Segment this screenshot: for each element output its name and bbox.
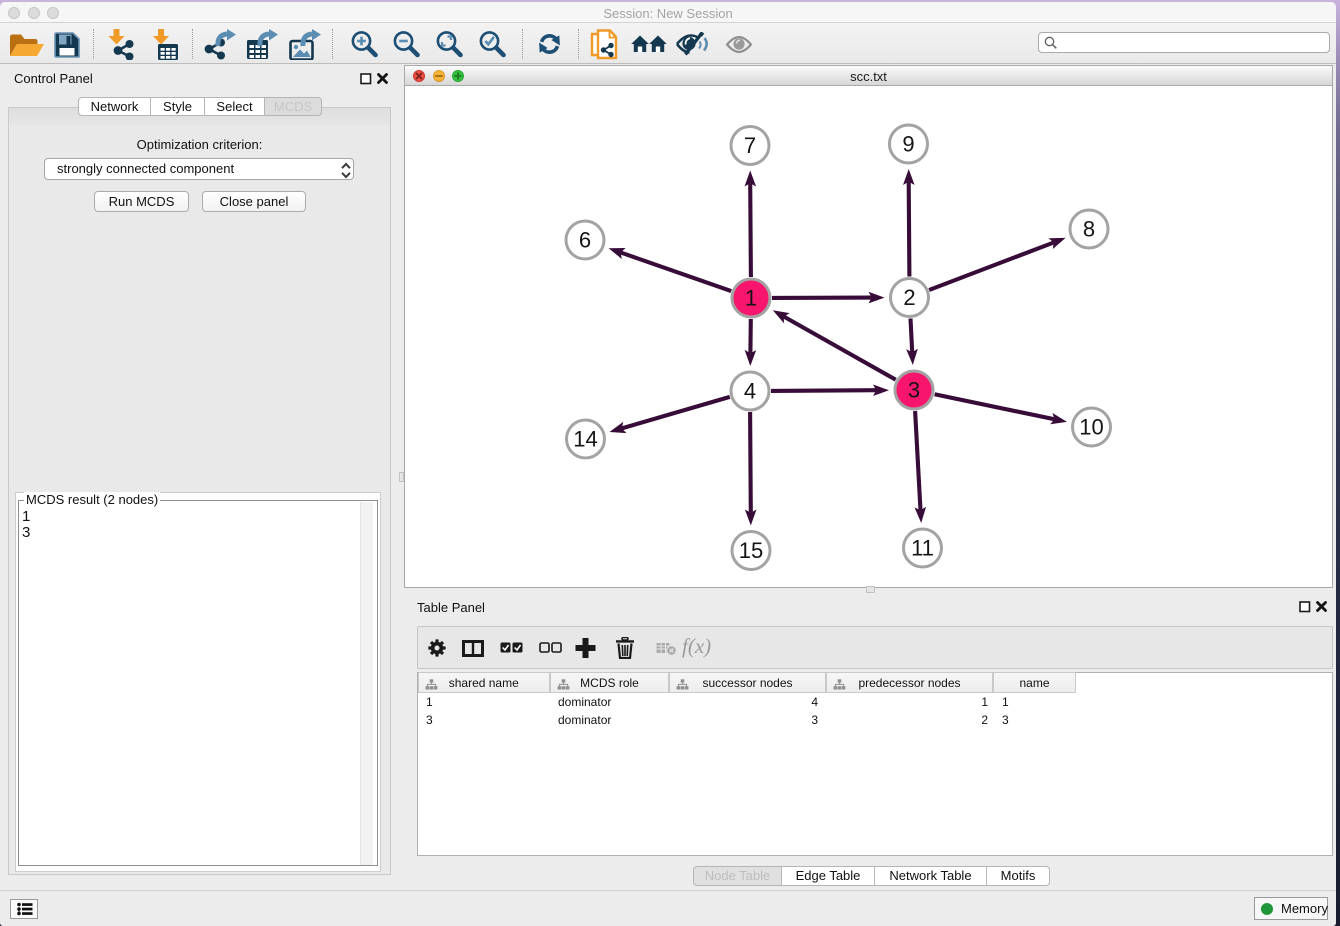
svg-text:9: 9 xyxy=(902,132,914,157)
svg-text:4: 4 xyxy=(744,379,756,404)
svg-text:15: 15 xyxy=(739,538,763,563)
svg-text:1: 1 xyxy=(745,286,757,311)
svg-text:7: 7 xyxy=(744,133,756,158)
svg-text:6: 6 xyxy=(579,228,591,253)
svg-text:14: 14 xyxy=(573,427,597,452)
svg-text:11: 11 xyxy=(911,536,934,561)
svg-text:3: 3 xyxy=(908,378,920,403)
svg-text:10: 10 xyxy=(1079,415,1103,440)
svg-text:8: 8 xyxy=(1083,217,1095,242)
svg-text:2: 2 xyxy=(903,285,915,310)
